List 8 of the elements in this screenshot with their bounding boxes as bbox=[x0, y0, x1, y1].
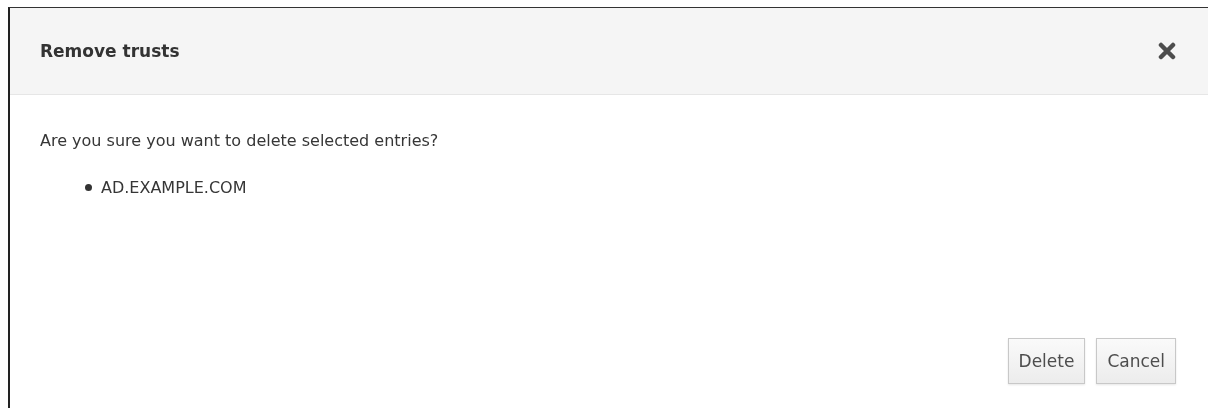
close-icon bbox=[1158, 42, 1176, 60]
dialog-title: Remove trusts bbox=[40, 41, 180, 61]
bullet-icon bbox=[85, 184, 92, 191]
delete-button[interactable]: Delete bbox=[1007, 338, 1086, 384]
confirmation-message: Are you sure you want to delete selected entries? bbox=[40, 131, 440, 150]
close-button[interactable] bbox=[1158, 42, 1176, 60]
cancel-button[interactable]: Cancel bbox=[1096, 338, 1176, 384]
entry-name: AD.EXAMPLE.COM bbox=[101, 178, 247, 197]
